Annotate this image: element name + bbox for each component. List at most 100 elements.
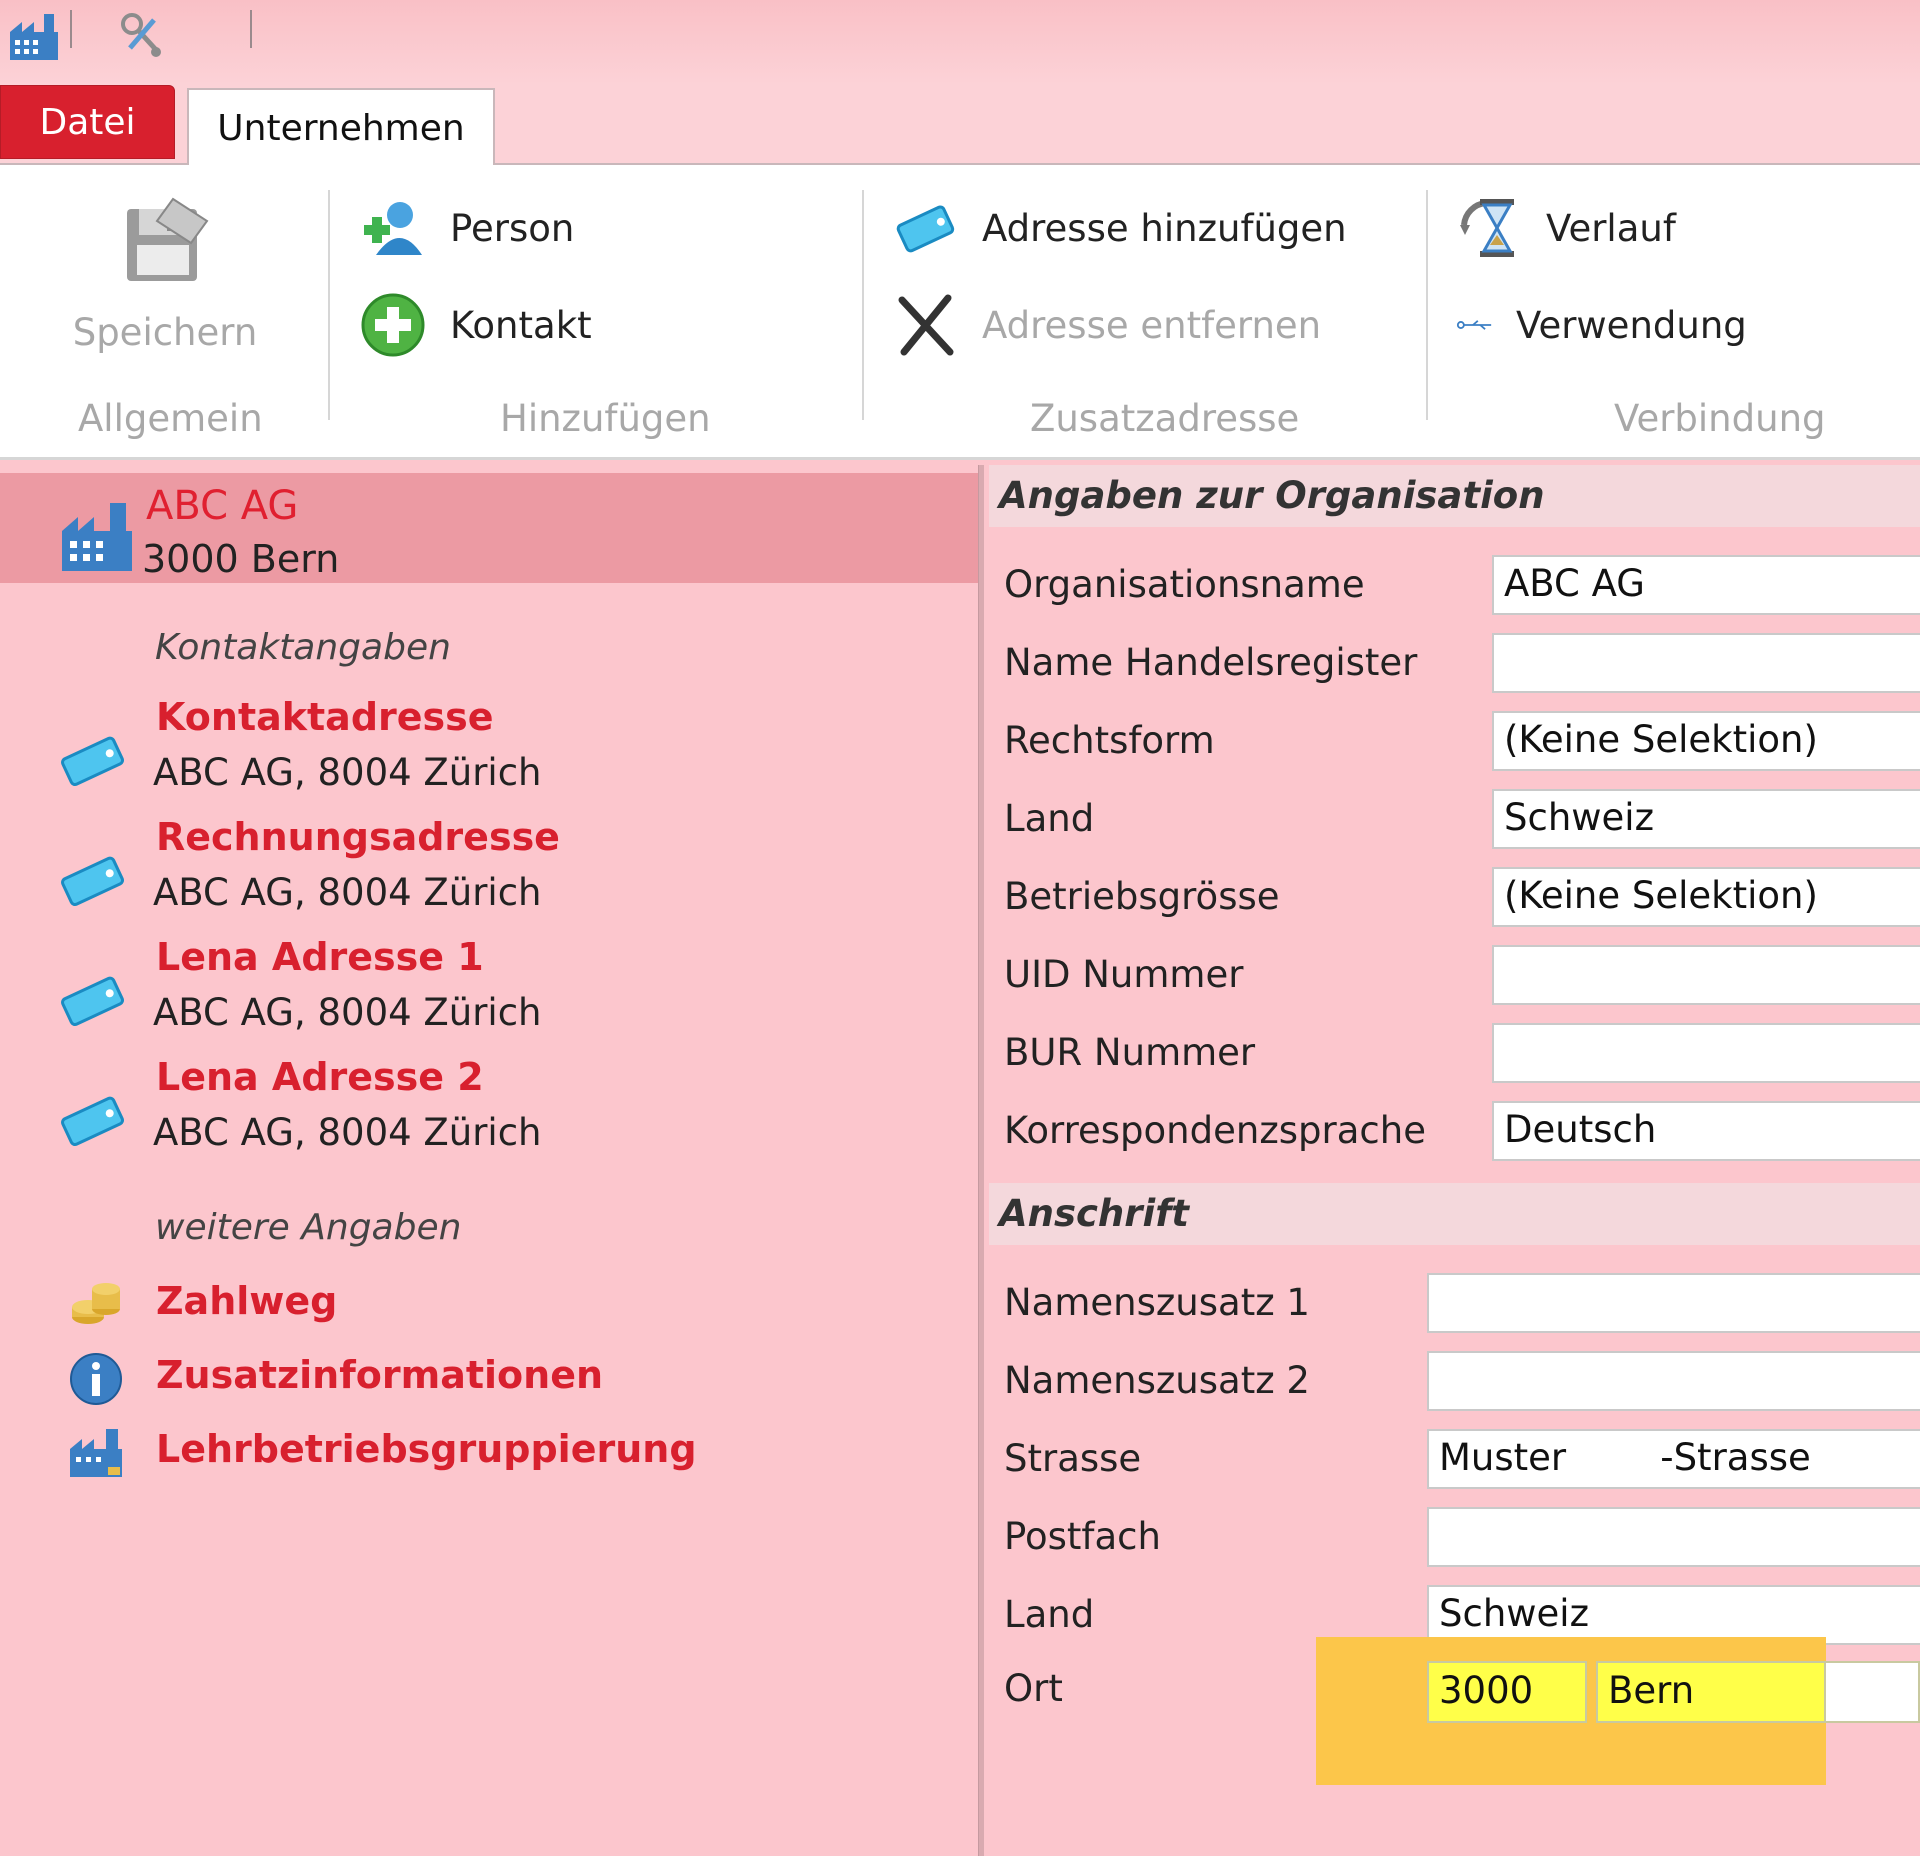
nav-item-additional-info[interactable]: Zusatzinformationen bbox=[0, 1347, 978, 1411]
save-icon bbox=[127, 197, 209, 281]
field-row-legal-form: Rechtsform (Keine Selektion) bbox=[984, 711, 1920, 773]
field-row-correspondence-language: Korrespondenzsprache Deutsch bbox=[984, 1101, 1920, 1163]
field-row-organization-name: Organisationsname ABC AG bbox=[984, 555, 1920, 617]
nav-item-title: Zusatzinformationen bbox=[156, 1353, 604, 1397]
save-label: Speichern bbox=[72, 311, 258, 354]
field-label: Namenszusatz 2 bbox=[1004, 1359, 1310, 1402]
factory-icon[interactable] bbox=[6, 8, 62, 64]
group-separator bbox=[862, 190, 864, 420]
field-row-uid-number: UID Nummer bbox=[984, 945, 1920, 1007]
field-label: Postfach bbox=[1004, 1515, 1161, 1558]
add-address-label: Adresse hinzufügen bbox=[982, 206, 1347, 250]
field-label: Land bbox=[1004, 797, 1095, 840]
group-label-connection: Verbindung bbox=[1614, 397, 1826, 440]
info-icon bbox=[70, 1353, 122, 1405]
nav-item-title: Kontaktadresse bbox=[156, 695, 494, 739]
uid-number-input[interactable] bbox=[1492, 945, 1920, 1005]
tag-icon bbox=[61, 976, 124, 1027]
nav-item-title: Lehrbetriebsgruppierung bbox=[156, 1427, 697, 1471]
nav-item-training-group[interactable]: Lehrbetriebsgruppierung bbox=[0, 1421, 978, 1485]
field-label: Namenszusatz 1 bbox=[1004, 1281, 1310, 1324]
address-country-select[interactable]: Schweiz bbox=[1427, 1585, 1920, 1645]
correspondence-language-select[interactable]: Deutsch bbox=[1492, 1101, 1920, 1161]
usage-label: Verwendung bbox=[1516, 303, 1747, 347]
quick-access-toolbar bbox=[0, 0, 1920, 85]
remove-address-button[interactable]: Adresse entfernen bbox=[892, 292, 1321, 358]
nav-item-address[interactable]: Rechnungsadresse ABC AG, 8004 Zürich bbox=[0, 815, 978, 935]
po-box-input[interactable] bbox=[1427, 1507, 1920, 1567]
toolbar-separator bbox=[70, 10, 72, 48]
group-label-general: Allgemein bbox=[78, 397, 263, 440]
ribbon: Speichern Allgemein Person Kontakt Hinzu… bbox=[0, 165, 1920, 460]
section-organization-heading: Angaben zur Organisation bbox=[989, 465, 1920, 527]
navigation-panel: ABC AG 3000 Bern Kontaktangaben Kontakta… bbox=[0, 465, 978, 1856]
field-row-street: Strasse Muster -Strasse bbox=[984, 1429, 1920, 1491]
field-row-bur-number: BUR Nummer bbox=[984, 1023, 1920, 1085]
add-contact-button[interactable]: Kontakt bbox=[360, 292, 592, 358]
nav-item-address[interactable]: Kontaktadresse ABC AG, 8004 Zürich bbox=[0, 695, 978, 815]
group-label-extra-address: Zusatzadresse bbox=[1030, 397, 1300, 440]
organization-location: 3000 Bern bbox=[142, 537, 340, 581]
nav-item-title: Rechnungsadresse bbox=[156, 815, 560, 859]
history-button[interactable]: Verlauf bbox=[1456, 195, 1676, 261]
field-label: Land bbox=[1004, 1593, 1095, 1636]
field-row-company-size: Betriebsgrösse (Keine Selektion) bbox=[984, 867, 1920, 929]
person-add-icon bbox=[364, 202, 422, 255]
group-label-add: Hinzufügen bbox=[500, 397, 711, 440]
organization-name: ABC AG bbox=[146, 483, 299, 529]
name-suffix-1-input[interactable] bbox=[1427, 1273, 1920, 1333]
commercial-register-name-input[interactable] bbox=[1492, 633, 1920, 693]
add-person-button[interactable]: Person bbox=[360, 195, 574, 261]
nav-item-payment[interactable]: Zahlweg bbox=[0, 1273, 978, 1337]
remove-address-label: Adresse entfernen bbox=[982, 303, 1322, 347]
factory-icon bbox=[62, 503, 132, 571]
person-label: Person bbox=[450, 206, 575, 250]
city-input[interactable]: Bern bbox=[1596, 1661, 1826, 1723]
tools-icon[interactable] bbox=[114, 8, 170, 64]
selected-organization[interactable]: ABC AG 3000 Bern bbox=[0, 473, 978, 583]
street-input[interactable]: Muster -Strasse bbox=[1427, 1429, 1920, 1489]
section-address-heading: Anschrift bbox=[989, 1183, 1920, 1245]
add-address-button[interactable]: Adresse hinzufügen bbox=[892, 195, 1347, 261]
hourglass-icon bbox=[1460, 199, 1514, 257]
history-label: Verlauf bbox=[1546, 206, 1676, 250]
close-icon bbox=[898, 294, 954, 356]
tag-icon bbox=[61, 1096, 124, 1147]
company-size-select[interactable]: (Keine Selektion) bbox=[1492, 867, 1920, 927]
nav-item-address[interactable]: Lena Adresse 1 ABC AG, 8004 Zürich bbox=[0, 935, 978, 1055]
nav-item-address[interactable]: Lena Adresse 2 ABC AG, 8004 Zürich bbox=[0, 1055, 978, 1175]
contact-label: Kontakt bbox=[450, 303, 592, 347]
legal-form-select[interactable]: (Keine Selektion) bbox=[1492, 711, 1920, 771]
tab-unternehmen[interactable]: Unternehmen bbox=[187, 88, 495, 167]
tab-file[interactable]: Datei bbox=[0, 85, 175, 159]
plus-circle-icon bbox=[361, 293, 425, 357]
group-separator bbox=[1426, 190, 1428, 420]
usage-button[interactable]: Verwendung bbox=[1456, 292, 1747, 358]
field-row-name-suffix-2: Namenszusatz 2 bbox=[984, 1351, 1920, 1413]
field-row-name-suffix-1: Namenszusatz 1 bbox=[984, 1273, 1920, 1335]
field-row-po-box: Postfach bbox=[984, 1507, 1920, 1569]
field-label: Name Handelsregister bbox=[1004, 641, 1418, 684]
field-label: Organisationsname bbox=[1004, 563, 1365, 606]
coins-icon bbox=[72, 1283, 120, 1324]
bur-number-input[interactable] bbox=[1492, 1023, 1920, 1083]
field-label: Betriebsgrösse bbox=[1004, 875, 1280, 918]
nav-item-subtitle: ABC AG, 8004 Zürich bbox=[153, 871, 542, 914]
field-label: BUR Nummer bbox=[1004, 1031, 1256, 1074]
organization-name-input[interactable]: ABC AG bbox=[1492, 555, 1920, 615]
nav-item-title: Lena Adresse 1 bbox=[156, 935, 484, 979]
zip-input[interactable]: 3000 bbox=[1427, 1661, 1587, 1723]
city-input-extension bbox=[1826, 1661, 1920, 1723]
nav-item-subtitle: ABC AG, 8004 Zürich bbox=[153, 751, 542, 794]
field-label: Strasse bbox=[1004, 1437, 1142, 1480]
name-suffix-2-input[interactable] bbox=[1427, 1351, 1920, 1411]
group-separator bbox=[328, 190, 330, 420]
factory-icon bbox=[70, 1429, 122, 1477]
field-row-commercial-register-name: Name Handelsregister bbox=[984, 633, 1920, 695]
field-label: UID Nummer bbox=[1004, 953, 1244, 996]
save-button[interactable]: Speichern bbox=[72, 195, 258, 354]
field-label: Korrespondenzsprache bbox=[1004, 1109, 1426, 1152]
toolbar-separator bbox=[250, 10, 252, 48]
tag-icon bbox=[61, 736, 124, 787]
country-select[interactable]: Schweiz bbox=[1492, 789, 1920, 849]
